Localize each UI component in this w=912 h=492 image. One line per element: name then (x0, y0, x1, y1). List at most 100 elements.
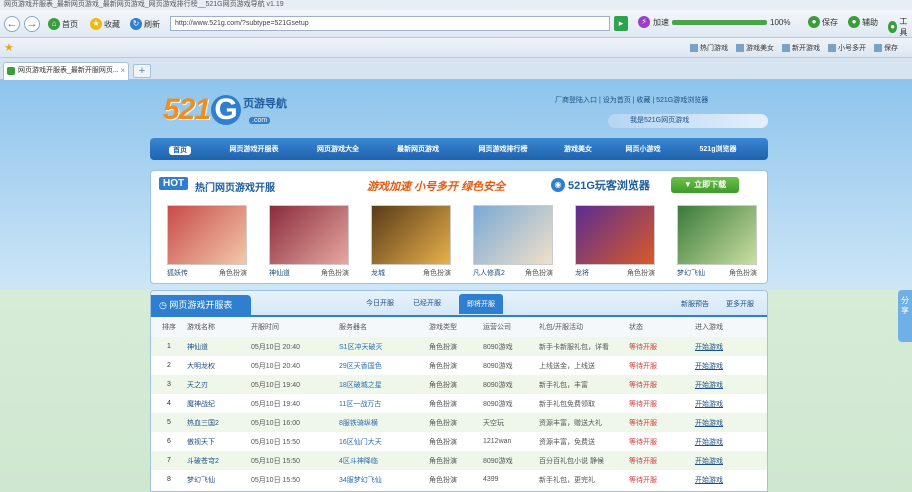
home-button[interactable]: ⌂ 首页 (48, 17, 78, 31)
row-game-name[interactable]: 傲视天下 (187, 432, 251, 451)
promo-banner[interactable]: 我是521G网页游戏 (608, 114, 768, 128)
browser-brand[interactable]: ◉ 521G玩客浏览器 (551, 177, 650, 193)
row-server-name[interactable]: 18区破城之星 (339, 375, 429, 394)
row-game-name[interactable]: 大明龙权 (187, 356, 251, 375)
assist-button[interactable]: ● 辅助 (848, 16, 878, 28)
game-name[interactable]: 神仙道 (269, 268, 290, 278)
row-game-name[interactable]: 热血三国2 (187, 413, 251, 432)
fav-item-multi-account[interactable]: 小号多开 (828, 43, 866, 53)
game-thumbnail[interactable] (371, 205, 451, 265)
site-logo[interactable]: 521 G 页游导航 .com (163, 95, 287, 125)
game-thumbnail[interactable] (473, 205, 553, 265)
row-enter-game-link[interactable]: 开始游戏 (695, 356, 767, 375)
back-arrow-icon[interactable]: ← (4, 16, 20, 32)
new-tab-button[interactable]: + (133, 64, 151, 78)
row-enter-game-link[interactable]: 开始游戏 (695, 413, 767, 432)
nav-new-games[interactable]: 最新网页游戏 (378, 144, 458, 154)
row-enter-game-link[interactable]: 开始游戏 (695, 337, 767, 356)
tab-active[interactable]: 网页游戏开服表_最新开服网页... × (3, 62, 129, 80)
nav-all-games[interactable]: 网页游戏大全 (298, 144, 378, 154)
more-servers-link[interactable]: 更多开服 (726, 299, 754, 309)
row-server-name[interactable]: 4区斗神降临 (339, 451, 429, 470)
new-server-preview-link[interactable]: 新服预告 (681, 299, 709, 309)
download-button[interactable]: ▼ 立即下载 (671, 177, 739, 193)
row-enter-game-link[interactable]: 开始游戏 (695, 451, 767, 470)
nav-home[interactable]: 首页 (169, 145, 191, 155)
table-row: 3 天之刃 05月10日 19:40 18区破城之星 角色扮演 8090游戏 新手礼包，丰富… (151, 375, 767, 394)
hot-title: 热门网页游戏开服 (195, 183, 275, 194)
game-name[interactable]: 凡人修真2 (473, 268, 505, 278)
refresh-button[interactable]: ↻ 刷新 (130, 17, 160, 31)
table-body: 1 神仙道 05月10日 20:40 S1区冲天破灭 角色扮演 8090游戏 新手卡新服礼包… (151, 337, 767, 489)
row-gift: 新手卡新服礼包，详看 (539, 337, 629, 356)
game-type: 角色扮演 (627, 270, 655, 277)
game-name[interactable]: 梦幻飞仙 (677, 268, 705, 278)
hot-game-item[interactable]: 梦幻飞仙 角色扮演 (677, 205, 757, 281)
row-server-name[interactable]: 16区仙门大天 (339, 432, 429, 451)
row-status: 等待开服 (629, 413, 695, 432)
address-bar[interactable]: http://www.521g.com/?subtype=521Gsetup (170, 16, 610, 31)
hot-game-item[interactable]: 凡人修真2 角色扮演 (473, 205, 553, 281)
row-server-name[interactable]: 11区一战万古 (339, 394, 429, 413)
row-operator: 8090游戏 (483, 356, 539, 375)
share-side-tab[interactable]: 分享 (898, 290, 912, 342)
tab-opened[interactable]: 已经开服 (413, 298, 441, 308)
close-tab-icon[interactable]: × (120, 63, 125, 79)
fav-item-new-games[interactable]: 新开游戏 (782, 43, 820, 53)
tab-upcoming[interactable]: 即将开服 (459, 294, 503, 314)
hot-game-item[interactable]: 神仙道 角色扮演 (269, 205, 349, 281)
row-game-type: 角色扮演 (429, 337, 483, 356)
row-server-name[interactable]: S1区冲天破灭 (339, 337, 429, 356)
row-operator: 8090游戏 (483, 394, 539, 413)
speed-slider[interactable] (672, 19, 767, 25)
row-enter-game-link[interactable]: 开始游戏 (695, 394, 767, 413)
hot-game-item[interactable]: 龙城 角色扮演 (371, 205, 451, 281)
game-thumbnail[interactable] (269, 205, 349, 265)
speed-label: 加速 (653, 17, 669, 27)
tab-label: 网页游戏开服表_最新开服网页... (18, 67, 119, 74)
fav-label: 游戏美女 (746, 45, 774, 52)
nav-browser[interactable]: 521g浏览器 (678, 144, 758, 154)
row-enter-game-link[interactable]: 开始游戏 (695, 375, 767, 394)
top-links[interactable]: 厂商登陆入口 | 设为首页 | 收藏 | 521G游戏浏览器 (555, 95, 708, 105)
tools-button[interactable]: ● 工具 (888, 16, 912, 38)
row-enter-game-link[interactable]: 开始游戏 (695, 432, 767, 451)
fav-item-game-beauty[interactable]: 游戏美女 (736, 43, 774, 53)
favorites-bar: ★ 热门游戏 游戏美女 新开游戏 小号多开 保存 (0, 38, 912, 58)
fav-item-hot-games[interactable]: 热门游戏 (690, 43, 728, 53)
nav-rankings[interactable]: 网页游戏排行榜 (458, 144, 548, 154)
fav-item-save[interactable]: 保存 (874, 43, 898, 53)
save-button[interactable]: ● 保存 (808, 16, 838, 28)
game-thumbnail[interactable] (167, 205, 247, 265)
row-game-name[interactable]: 神仙道 (187, 337, 251, 356)
game-name[interactable]: 龙将 (575, 268, 589, 278)
forward-arrow-icon[interactable]: → (24, 16, 40, 32)
tab-today[interactable]: 今日开服 (366, 298, 394, 308)
main-nav: 首页 网页游戏开服表 网页游戏大全 最新网页游戏 网页游戏排行榜 游戏美女 网页… (150, 138, 768, 160)
row-game-name[interactable]: 魔神战纪 (187, 394, 251, 413)
row-server-name[interactable]: 8服铁骑纵横 (339, 413, 429, 432)
nav-server-list[interactable]: 网页游戏开服表 (210, 144, 298, 154)
nav-game-beauty[interactable]: 游戏美女 (548, 144, 608, 154)
go-button[interactable]: ▸ (614, 16, 628, 31)
speed-control[interactable]: ⚡ 加速 100% (638, 16, 790, 28)
favorites-button[interactable]: ★ 收藏 (90, 17, 120, 31)
game-thumbnail[interactable] (575, 205, 655, 265)
row-server-name[interactable]: 34服梦幻飞仙 (339, 470, 429, 489)
add-favorite-star-icon[interactable]: ★ (4, 41, 14, 54)
row-game-name[interactable]: 斗破苍穹2 (187, 451, 251, 470)
row-server-name[interactable]: 29区天香国色 (339, 356, 429, 375)
nav-mini-games[interactable]: 网页小游戏 (608, 144, 678, 154)
game-thumbnail[interactable] (677, 205, 757, 265)
column-header: 游戏类型 (429, 317, 483, 337)
row-status: 等待开服 (629, 337, 695, 356)
row-game-name[interactable]: 梦幻飞仙 (187, 470, 251, 489)
fav-label: 小号多开 (838, 45, 866, 52)
hot-game-item[interactable]: 狐妖传 角色扮演 (167, 205, 247, 281)
row-gift: 上线送金，上线送 (539, 356, 629, 375)
game-name[interactable]: 龙城 (371, 268, 385, 278)
row-enter-game-link[interactable]: 开始游戏 (695, 470, 767, 489)
hot-game-item[interactable]: 龙将 角色扮演 (575, 205, 655, 281)
game-name[interactable]: 狐妖传 (167, 268, 188, 278)
row-game-name[interactable]: 天之刃 (187, 375, 251, 394)
